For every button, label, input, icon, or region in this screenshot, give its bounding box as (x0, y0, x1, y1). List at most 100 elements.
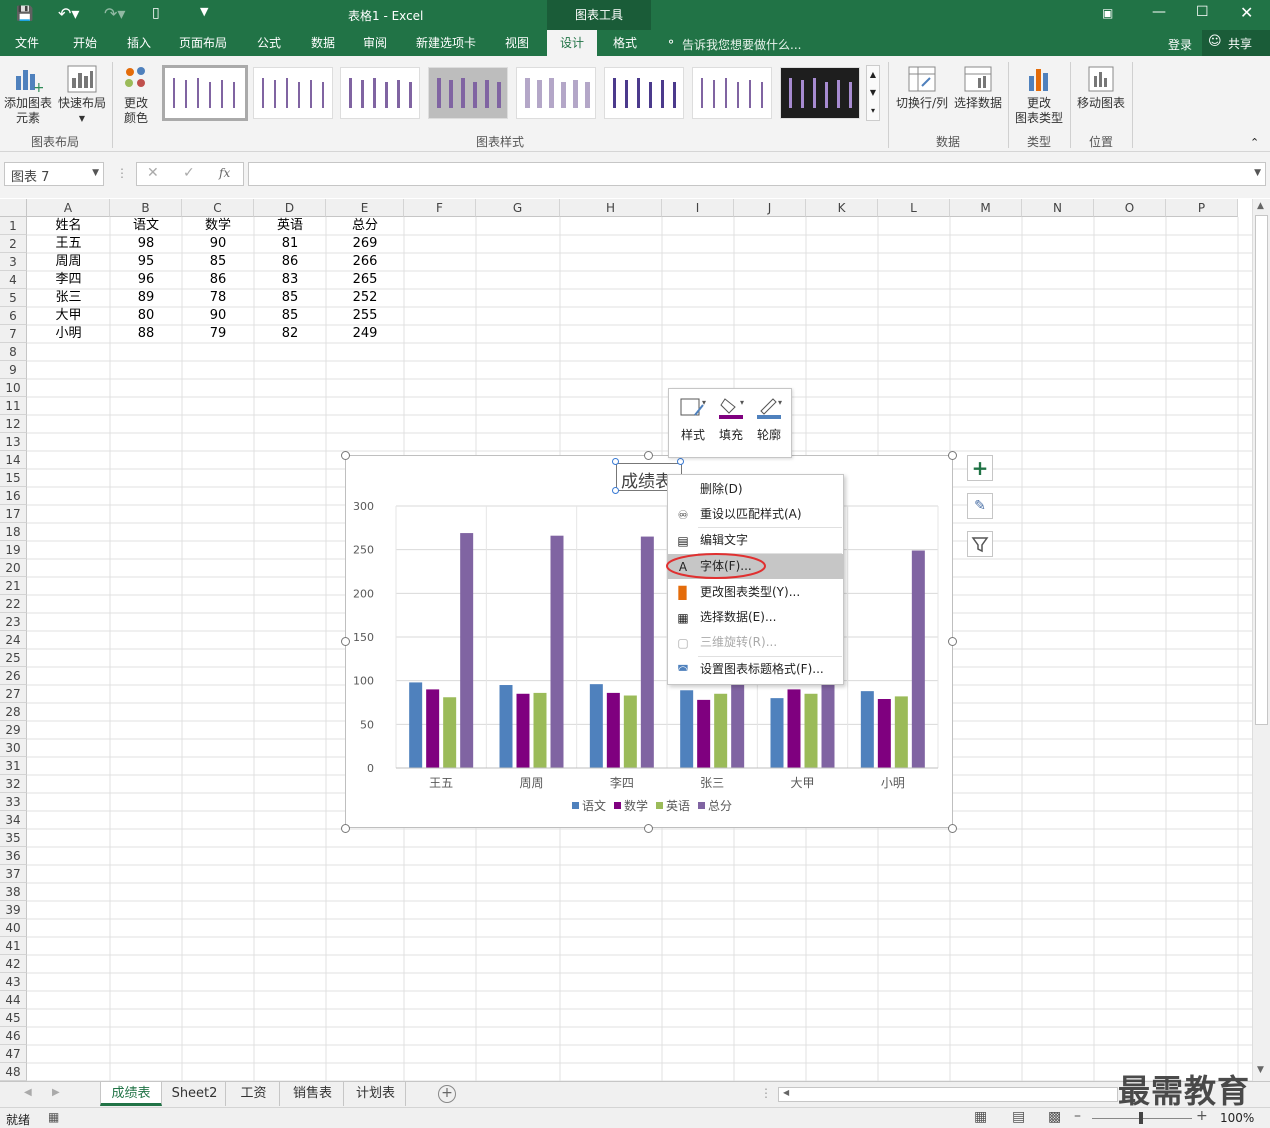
enter-icon[interactable]: ✓ (183, 165, 195, 181)
cell-d7[interactable]: 82 (254, 325, 326, 343)
row-header[interactable]: 18 (0, 523, 27, 541)
cell-b7[interactable]: 88 (110, 325, 182, 343)
resize-handle[interactable] (948, 824, 957, 833)
zoom-slider-thumb[interactable] (1139, 1112, 1143, 1124)
chart-object[interactable]: 0 50 100 150 200 250 300 王五 周周 李四 张三 大甲 小明 语文 数学 英语 总分 成… (345, 455, 953, 828)
cell-a4[interactable]: 李四 (27, 271, 110, 289)
sheet-tab-grades[interactable]: 成绩表 (100, 1082, 162, 1106)
cell-c6[interactable]: 90 (182, 307, 254, 325)
chart-style-2[interactable] (253, 67, 333, 119)
undo-icon[interactable]: ↶▾ (58, 4, 79, 23)
row-header[interactable]: 43 (0, 973, 27, 991)
customize-qat-icon[interactable]: ▼ (200, 5, 208, 18)
cell-d4[interactable]: 83 (254, 271, 326, 289)
row-header[interactable]: 17 (0, 505, 27, 523)
cell-c5[interactable]: 78 (182, 289, 254, 307)
column-header-p[interactable]: P (1166, 199, 1238, 217)
tab-design[interactable]: 设计 (547, 30, 597, 56)
macro-record-icon[interactable]: ▦ (48, 1110, 59, 1124)
zoom-out-icon[interactable]: – (1074, 1108, 1081, 1124)
row-header[interactable]: 27 (0, 685, 27, 703)
row-header[interactable]: 2 (0, 235, 27, 253)
row-header[interactable]: 30 (0, 739, 27, 757)
chart-style-3[interactable] (340, 67, 420, 119)
cell-e4[interactable]: 265 (326, 271, 404, 289)
row-header[interactable]: 28 (0, 703, 27, 721)
sheet-tab-sheet2[interactable]: Sheet2 (164, 1082, 226, 1106)
row-header[interactable]: 34 (0, 811, 27, 829)
row-header[interactable]: 48 (0, 1063, 27, 1081)
row-header[interactable]: 7 (0, 325, 27, 343)
sheet-prev-icon[interactable]: ◀ (24, 1087, 32, 1098)
row-header[interactable]: 40 (0, 919, 27, 937)
column-header-a[interactable]: A (27, 199, 110, 217)
row-header[interactable]: 46 (0, 1027, 27, 1045)
row-header[interactable]: 37 (0, 865, 27, 883)
chart-style-8[interactable] (780, 67, 860, 119)
style-button[interactable]: ▾ 样式 (675, 395, 711, 443)
tab-formulas[interactable]: 公式 (244, 30, 294, 56)
cell-b1[interactable]: 语文 (110, 217, 182, 235)
cell-b4[interactable]: 96 (110, 271, 182, 289)
column-header-o[interactable]: O (1094, 199, 1166, 217)
chart-style-7[interactable] (692, 67, 772, 119)
column-header-i[interactable]: I (662, 199, 734, 217)
row-header[interactable]: 32 (0, 775, 27, 793)
add-chart-element-button[interactable]: + 添加图表 元素 (4, 64, 52, 126)
column-header-h[interactable]: H (560, 199, 662, 217)
column-header-m[interactable]: M (950, 199, 1022, 217)
cell-d5[interactable]: 85 (254, 289, 326, 307)
change-colors-button[interactable]: 更改 颜色 (114, 64, 158, 126)
new-file-icon[interactable]: ▯ (152, 5, 160, 21)
row-header[interactable]: 41 (0, 937, 27, 955)
tab-page-layout[interactable]: 页面布局 (170, 30, 236, 56)
select-all-corner[interactable] (0, 199, 27, 217)
change-chart-type-button[interactable]: 更改 图表类型 (1012, 64, 1066, 126)
tab-home[interactable]: 开始 (60, 30, 110, 56)
chart-elements-button[interactable]: + (967, 455, 993, 481)
row-header[interactable]: 25 (0, 649, 27, 667)
login-link[interactable]: 登录 (1168, 36, 1192, 53)
column-header-c[interactable]: C (182, 199, 254, 217)
resize-handle[interactable] (341, 451, 350, 460)
row-header[interactable]: 19 (0, 541, 27, 559)
save-icon[interactable]: 💾 (16, 6, 33, 22)
tab-insert[interactable]: 插入 (114, 30, 164, 56)
expand-formula-icon[interactable]: ▼ (1254, 168, 1261, 178)
cell-d3[interactable]: 86 (254, 253, 326, 271)
row-header[interactable]: 26 (0, 667, 27, 685)
cell-a5[interactable]: 张三 (27, 289, 110, 307)
row-header[interactable]: 5 (0, 289, 27, 307)
row-header[interactable]: 29 (0, 721, 27, 739)
row-header[interactable]: 45 (0, 1009, 27, 1027)
share-button[interactable]: ☺ 共享 (1202, 30, 1270, 56)
row-header[interactable]: 12 (0, 415, 27, 433)
formula-input[interactable]: ▼ (248, 162, 1266, 186)
minimize-icon[interactable]: — (1152, 4, 1166, 20)
tab-file[interactable]: 文件 (4, 30, 50, 56)
title-handle[interactable] (677, 458, 684, 465)
cell-e6[interactable]: 255 (326, 307, 404, 325)
cell-c2[interactable]: 90 (182, 235, 254, 253)
menu-item-change-chart-type[interactable]: ▉ 更改图表类型(Y)... (668, 580, 843, 605)
row-header[interactable]: 35 (0, 829, 27, 847)
resize-handle[interactable] (644, 824, 653, 833)
resize-handle[interactable] (948, 637, 957, 646)
row-header[interactable]: 13 (0, 433, 27, 451)
vertical-scrollbar[interactable]: ▲ ▼ (1252, 199, 1270, 1081)
row-header[interactable]: 3 (0, 253, 27, 271)
column-header-j[interactable]: J (734, 199, 806, 217)
row-header[interactable]: 38 (0, 883, 27, 901)
collapse-ribbon-icon[interactable]: ⌃ (1250, 136, 1259, 149)
row-header[interactable]: 21 (0, 577, 27, 595)
cell-d1[interactable]: 英语 (254, 217, 326, 235)
move-chart-button[interactable]: 移动图表 (1074, 64, 1128, 111)
cell-e3[interactable]: 266 (326, 253, 404, 271)
chart-filters-button[interactable] (967, 531, 993, 557)
row-header[interactable]: 6 (0, 307, 27, 325)
maximize-icon[interactable]: ☐ (1196, 4, 1209, 20)
column-header-k[interactable]: K (806, 199, 878, 217)
row-header[interactable]: 20 (0, 559, 27, 577)
row-header[interactable]: 16 (0, 487, 27, 505)
insert-function-icon[interactable]: fx (219, 166, 230, 180)
